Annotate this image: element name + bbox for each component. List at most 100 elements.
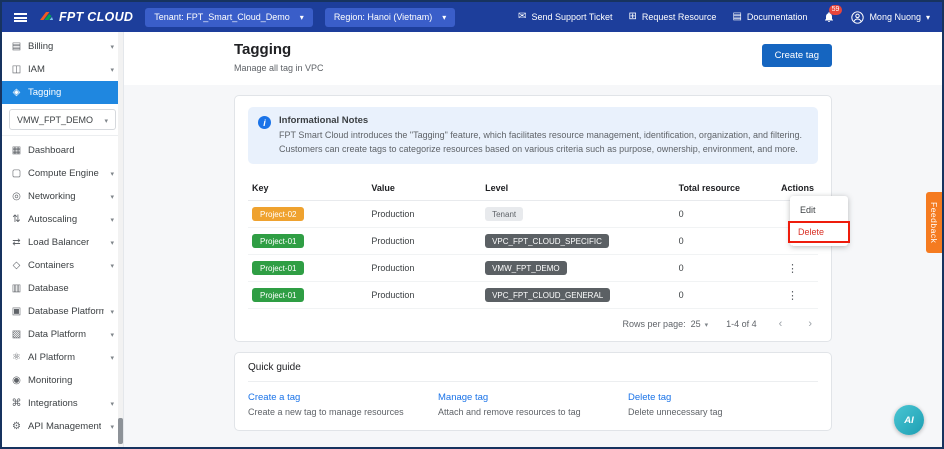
user-menu[interactable]: Mong Nuong xyxy=(851,11,930,24)
sidebar-item-label: Autoscaling xyxy=(28,214,77,225)
sidebar-item-label: Tagging xyxy=(28,87,61,98)
sidebar-item-dashboard[interactable]: Dashboard xyxy=(2,139,123,162)
total-resource-cell: 0 xyxy=(675,228,777,255)
sidebar-item-label: Containers xyxy=(28,260,74,271)
sidebar-item-label: Data Platform xyxy=(28,329,86,340)
integrations-icon xyxy=(11,398,22,409)
rows-per-page-value: 25 xyxy=(691,319,701,329)
create-a-tag-link[interactable]: Create a tag xyxy=(248,392,438,403)
previous-page-button[interactable] xyxy=(775,318,787,330)
notifications-button[interactable]: 59 xyxy=(823,11,835,23)
row-actions-context-menu: Edit Delete xyxy=(790,196,848,246)
ai-assistant-button[interactable]: AI xyxy=(894,405,924,435)
sidebar-item-load-balancer[interactable]: Load Balancer xyxy=(2,231,123,254)
sidebar-item-containers[interactable]: Containers xyxy=(2,254,123,277)
request-resource-link[interactable]: Request Resource xyxy=(629,12,717,22)
load-balancer-icon xyxy=(11,237,22,248)
dashboard-icon xyxy=(11,145,22,156)
sidebar-item-label: Compute Engine xyxy=(28,168,99,179)
sidebar-item-compute-engine[interactable]: Compute Engine xyxy=(2,162,123,185)
sidebar-item-database-platform[interactable]: Database Platform xyxy=(2,300,123,323)
sidebar-item-integrations[interactable]: Integrations xyxy=(2,392,123,415)
manage-tag-description: Attach and remove resources to tag xyxy=(438,407,628,417)
info-note-body: FPT Smart Cloud introduces the "Tagging"… xyxy=(279,129,808,156)
value-cell: Production xyxy=(367,282,481,309)
chevron-down-icon xyxy=(110,352,114,363)
column-header-key: Key xyxy=(248,176,367,201)
sidebar-item-tagging[interactable]: Tagging xyxy=(2,81,123,104)
ai-platform-icon xyxy=(11,352,22,363)
hamburger-menu-icon[interactable] xyxy=(14,13,27,22)
send-support-ticket-link[interactable]: Send Support Ticket xyxy=(518,12,612,22)
sidebar-item-billing[interactable]: Billing xyxy=(2,35,123,58)
scrollbar-thumb[interactable] xyxy=(118,418,123,444)
feedback-tab[interactable]: Feedback xyxy=(926,192,942,253)
tenant-select[interactable]: Tenant: FPT_Smart_Cloud_Demo xyxy=(145,8,313,27)
next-page-button[interactable] xyxy=(804,318,816,330)
page-title: Tagging xyxy=(234,41,324,58)
info-note-title: Informational Notes xyxy=(279,115,808,126)
tenant-select-label: Tenant: FPT_Smart_Cloud_Demo xyxy=(154,12,290,22)
key-badge: Project-01 xyxy=(252,288,304,302)
region-select-label: Region: Hanoi (Vietnam) xyxy=(334,12,432,22)
sidebar-item-label: API Management xyxy=(28,421,101,432)
total-resource-cell: 0 xyxy=(675,201,777,228)
support-ticket-icon xyxy=(518,12,526,22)
page-body: Billing IAM Tagging VMW_FPT_DEMO Dashboa… xyxy=(2,32,942,447)
chevron-down-icon xyxy=(300,12,304,22)
sidebar-item-networking[interactable]: Networking xyxy=(2,185,123,208)
iam-icon xyxy=(11,64,22,75)
topbar-actions: Send Support Ticket Request Resource Doc… xyxy=(518,11,930,24)
value-cell: Production xyxy=(367,201,481,228)
delete-tag-link[interactable]: Delete tag xyxy=(628,392,818,403)
sidebar-item-api-management[interactable]: API Management xyxy=(2,415,123,438)
key-badge: Project-01 xyxy=(252,261,304,275)
documentation-link[interactable]: Documentation xyxy=(732,12,807,22)
send-support-ticket-label: Send Support Ticket xyxy=(531,12,612,22)
data-platform-icon xyxy=(11,329,22,340)
row-actions-kebab-icon[interactable] xyxy=(781,289,804,302)
fpt-logo-mark xyxy=(39,11,54,24)
column-header-level: Level xyxy=(481,176,675,201)
sidebar-item-label: AI Platform xyxy=(28,352,75,363)
chevron-down-icon xyxy=(110,64,114,75)
sidebar-item-data-platform[interactable]: Data Platform xyxy=(2,323,123,346)
documentation-label: Documentation xyxy=(747,12,808,22)
project-selector[interactable]: VMW_FPT_DEMO xyxy=(9,109,116,130)
compute-engine-icon xyxy=(11,168,22,179)
sidebar-scrollbar xyxy=(118,32,123,447)
sidebar-item-ai-platform[interactable]: AI Platform xyxy=(2,346,123,369)
autoscaling-icon xyxy=(11,214,22,225)
chevron-down-icon xyxy=(110,398,114,409)
row-actions-kebab-icon[interactable] xyxy=(781,262,804,275)
quick-guide-title: Quick guide xyxy=(248,362,818,382)
create-tag-button[interactable]: Create tag xyxy=(762,44,832,67)
tagging-icon xyxy=(11,87,22,98)
sidebar-item-label: Dashboard xyxy=(28,145,74,156)
project-selector-value: VMW_FPT_DEMO xyxy=(17,115,93,125)
documentation-icon xyxy=(732,12,741,22)
edit-menu-item[interactable]: Edit xyxy=(790,199,848,221)
sidebar-item-label: Billing xyxy=(28,41,53,52)
sidebar-item-iam[interactable]: IAM xyxy=(2,58,123,81)
sidebar-item-database[interactable]: Database xyxy=(2,277,123,300)
sidebar-item-monitoring[interactable]: Monitoring xyxy=(2,369,123,392)
value-cell: Production xyxy=(367,255,481,282)
fpt-cloud-logo[interactable]: FPT CLOUD xyxy=(39,10,133,24)
rows-per-page-label: Rows per page: xyxy=(623,319,686,329)
delete-menu-item[interactable]: Delete xyxy=(788,221,850,243)
user-icon xyxy=(851,11,864,24)
total-resource-cell: 0 xyxy=(675,282,777,309)
manage-tag-link[interactable]: Manage tag xyxy=(438,392,628,403)
sidebar-item-autoscaling[interactable]: Autoscaling xyxy=(2,208,123,231)
sidebar: Billing IAM Tagging VMW_FPT_DEMO Dashboa… xyxy=(2,32,124,447)
sidebar-item-label: Load Balancer xyxy=(28,237,89,248)
tags-table: Key Value Level Total resource Actions P… xyxy=(248,176,818,309)
rows-per-page-select[interactable]: 25 xyxy=(691,319,709,329)
chevron-down-icon xyxy=(110,237,114,248)
chevron-down-icon xyxy=(110,191,114,202)
chevron-down-icon xyxy=(110,168,114,179)
region-select[interactable]: Region: Hanoi (Vietnam) xyxy=(325,8,455,27)
level-badge: VMW_FPT_DEMO xyxy=(485,261,567,275)
divider xyxy=(2,135,123,136)
